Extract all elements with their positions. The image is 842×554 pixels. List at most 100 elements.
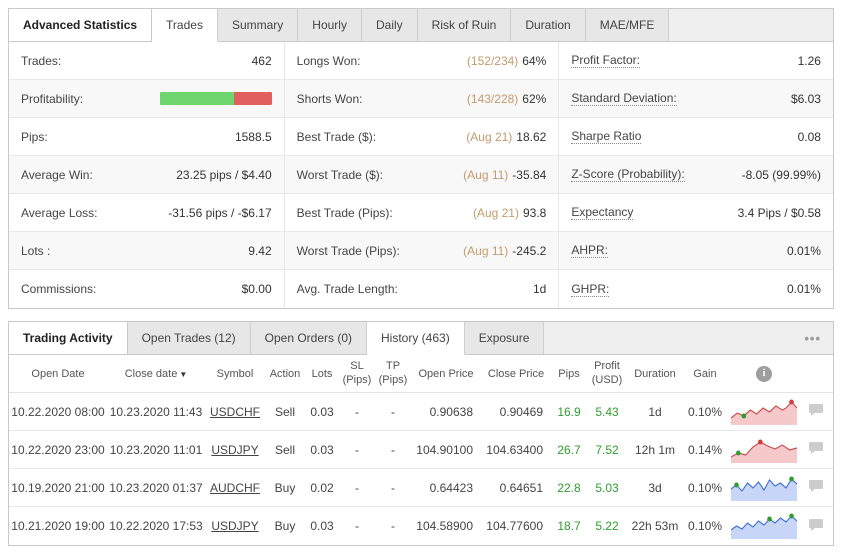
stat-label: Average Win:	[21, 167, 93, 182]
cell-sparkline	[727, 399, 801, 425]
trade-sparkline-red	[731, 439, 797, 463]
tab-exposure[interactable]: Exposure	[464, 322, 545, 354]
cell-duration: 12h 1m	[634, 442, 676, 457]
stat-label: Lots :	[21, 243, 51, 258]
stat-row-sharpe-ratio: Sharpe Ratio 0.08	[559, 118, 833, 156]
stat-row-ahpr: AHPR: 0.01%	[559, 232, 833, 270]
stat-main-value: 62%	[522, 91, 547, 106]
stat-label: Worst Trade (Pips):	[296, 243, 400, 258]
stat-paren-value: (143/228)	[466, 91, 519, 106]
tab-history[interactable]: History (463)	[367, 322, 465, 355]
tab-mae-mfe[interactable]: MAE/MFE	[585, 9, 670, 41]
history-table-header: Open Date Close date ▼ Symbol Action Lots…	[9, 355, 833, 393]
stat-paren-value: (Aug 21)	[472, 205, 519, 220]
activity-tabbar: Trading Activity Open Trades (12) Open O…	[9, 322, 833, 355]
stat-value: 1.26	[797, 53, 821, 68]
cell-lots: 0.03	[310, 442, 334, 457]
cell-comment	[801, 479, 831, 496]
cell-lots: 0.02	[310, 480, 334, 495]
stat-row-ghpr: GHPR: 0.01%	[559, 270, 833, 308]
stat-value: 0.08	[797, 129, 821, 144]
table-row: 10.21.2020 19:00 10.22.2020 17:53 USDJPY…	[9, 507, 833, 545]
stat-label-tooltip[interactable]: Sharpe Ratio	[571, 129, 642, 144]
stat-value: -31.56 pips / -$6.17	[168, 205, 272, 220]
stats-column-3: Profit Factor: 1.26 Standard Deviation: …	[558, 42, 833, 308]
table-row: 10.22.2020 08:00 10.23.2020 11:43 USDCHF…	[9, 393, 833, 431]
tab-daily[interactable]: Daily	[361, 9, 418, 41]
symbol-link[interactable]: USDJPY	[211, 519, 258, 533]
tab-summary[interactable]: Summary	[217, 9, 299, 41]
cell-symbol: AUDCHF	[205, 481, 265, 495]
stats-panel-title: Advanced Statistics	[9, 9, 153, 41]
stat-row-best-trade-usd: Best Trade ($): (Aug 21) 18.62	[284, 118, 559, 156]
cell-open-date: 10.19.2020 21:00	[11, 480, 105, 495]
stat-label-tooltip[interactable]: Profit Factor:	[571, 53, 641, 68]
comment-icon[interactable]	[808, 518, 824, 535]
stat-label: Worst Trade ($):	[296, 167, 384, 182]
cell-symbol: USDJPY	[205, 519, 265, 533]
stat-label-tooltip[interactable]: Standard Deviation:	[571, 91, 677, 106]
cell-comment	[801, 441, 831, 458]
symbol-link[interactable]: USDCHF	[210, 405, 260, 419]
cell-duration: 3d	[648, 480, 662, 495]
cell-action: Sell	[274, 442, 295, 457]
panel-menu-button[interactable]: •••	[792, 331, 833, 346]
stat-row-avg-trade-length: Avg. Trade Length: 1d	[285, 270, 559, 308]
stat-row-z-score: Z-Score (Probability): -8.05 (99.99%)	[559, 156, 833, 194]
cell-duration: 22h 53m	[631, 519, 679, 533]
stat-row-shorts-won: Shorts Won: (143/228) 62%	[284, 80, 559, 118]
cell-lots: 0.03	[310, 519, 334, 533]
stat-value: -8.05 (99.99%)	[741, 167, 821, 182]
stat-label-tooltip[interactable]: AHPR:	[571, 243, 609, 258]
cell-open-price: 0.90638	[429, 404, 473, 419]
header-profit-usd: Profit (USD)	[587, 360, 627, 386]
stat-value: 0.01%	[786, 243, 821, 258]
tab-hourly[interactable]: Hourly	[298, 9, 362, 41]
stat-value: (Aug 21) 93.8	[473, 206, 546, 220]
stat-value: 3.4 Pips / $0.58	[737, 205, 821, 220]
header-close-date[interactable]: Close date ▼	[107, 368, 205, 380]
stat-paren-value: (Aug 11)	[463, 167, 509, 182]
cell-sl: -	[355, 404, 359, 419]
cell-close-price: 0.90469	[499, 404, 543, 419]
stat-label-tooltip[interactable]: Expectancy	[571, 205, 634, 220]
comment-icon[interactable]	[808, 441, 824, 458]
stat-label-tooltip[interactable]: GHPR:	[571, 282, 610, 297]
stat-value: 23.25 pips / $4.40	[176, 167, 272, 182]
tab-open-trades[interactable]: Open Trades (12)	[127, 322, 251, 354]
header-symbol: Symbol	[216, 367, 254, 380]
tab-open-orders[interactable]: Open Orders (0)	[250, 322, 368, 354]
cell-action: Sell	[274, 404, 295, 419]
cell-sl: -	[355, 480, 359, 495]
symbol-link[interactable]: USDJPY	[211, 443, 258, 457]
cell-open-date: 10.22.2020 23:00	[11, 442, 105, 457]
stat-label-tooltip[interactable]: Z-Score (Probability):	[571, 167, 685, 182]
header-profit-line1: Profit	[594, 360, 620, 373]
stat-label: Longs Won:	[296, 53, 361, 68]
tab-trades[interactable]: Trades	[152, 9, 218, 42]
tab-risk-of-ruin[interactable]: Risk of Ruin	[417, 9, 512, 41]
cell-pips: 16.9	[557, 404, 581, 419]
tab-duration[interactable]: Duration	[511, 9, 586, 41]
stat-value: 1d	[529, 282, 546, 296]
stat-value: (143/228) 62%	[467, 92, 546, 106]
cell-sparkline	[727, 437, 801, 463]
cell-comment	[801, 403, 831, 420]
stats-tabbar: Advanced Statistics Trades Summary Hourl…	[9, 9, 833, 42]
profitability-bar	[159, 92, 272, 105]
cell-close-price: 104.77600	[486, 519, 543, 533]
sort-desc-icon: ▼	[179, 369, 188, 379]
info-icon[interactable]: i	[756, 365, 772, 382]
comment-icon[interactable]	[808, 403, 824, 420]
header-sl-pips: SL (Pips)	[339, 360, 375, 386]
trade-sparkline-blue	[731, 476, 797, 501]
stat-row-trades: Trades: 462	[9, 42, 284, 80]
cell-close-date: 10.23.2020 11:43	[109, 404, 203, 419]
cell-profit: 5.43	[595, 404, 619, 419]
header-close-price: Close Price	[487, 367, 545, 380]
stat-label: Best Trade ($):	[296, 129, 377, 144]
trading-activity-panel: Trading Activity Open Trades (12) Open O…	[8, 321, 834, 546]
cell-symbol: USDCHF	[205, 405, 265, 419]
comment-icon[interactable]	[808, 479, 824, 496]
symbol-link[interactable]: AUDCHF	[210, 481, 260, 495]
